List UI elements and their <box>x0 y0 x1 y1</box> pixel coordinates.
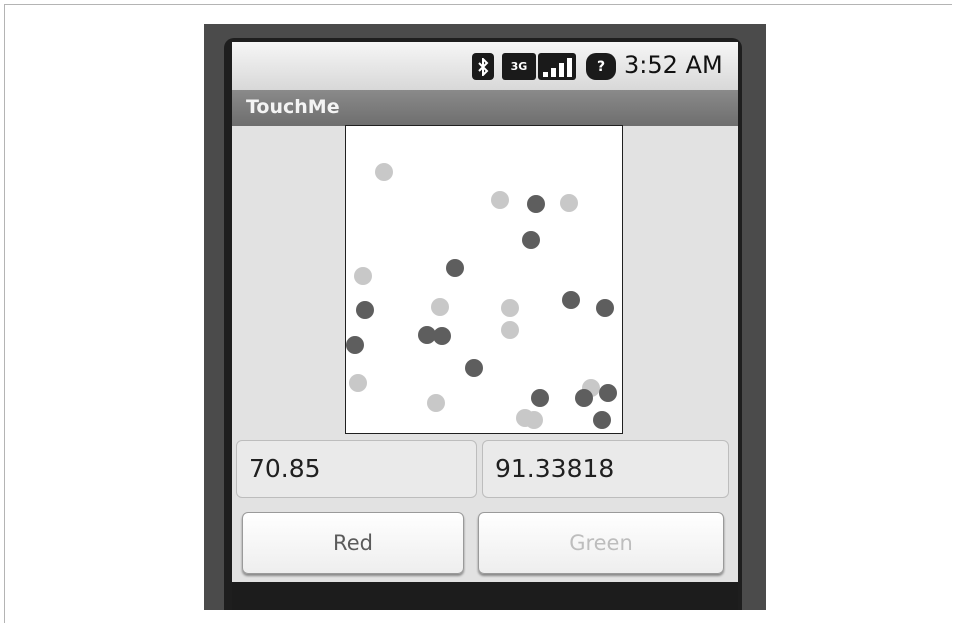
x-value-field[interactable]: 70.85 <box>236 440 477 498</box>
signal-icon <box>538 53 576 80</box>
red-button[interactable]: Red <box>242 512 464 574</box>
status-bar: 3G ? 3:52 AM <box>232 42 738 90</box>
touch-dot <box>431 298 449 316</box>
touch-dot <box>522 231 540 249</box>
touch-dot <box>560 194 578 212</box>
touch-dot <box>349 374 367 392</box>
touch-dot <box>433 327 451 345</box>
touch-dot <box>596 299 614 317</box>
bottom-bar <box>232 582 738 610</box>
touch-dot <box>354 267 372 285</box>
touch-dot <box>491 191 509 209</box>
touch-dot <box>465 359 483 377</box>
3g-icon: 3G <box>502 53 536 80</box>
touch-dot <box>575 389 593 407</box>
bluetooth-icon <box>472 53 494 80</box>
touch-canvas[interactable] <box>345 125 623 434</box>
touch-dot <box>375 163 393 181</box>
touch-dot <box>599 384 617 402</box>
status-time: 3:52 AM <box>624 51 723 79</box>
touch-dot <box>562 291 580 309</box>
touch-dot <box>593 411 611 429</box>
touch-dot <box>501 299 519 317</box>
y-value-field[interactable]: 91.33818 <box>482 440 729 498</box>
touch-dot <box>346 336 364 354</box>
touch-dot <box>427 394 445 412</box>
device-screen: 3G ? 3:52 AM TouchMe 70.85 91.33818 Red … <box>232 42 738 610</box>
touch-dot <box>356 301 374 319</box>
touch-dot <box>525 411 543 429</box>
green-button[interactable]: Green <box>478 512 724 574</box>
touch-dot <box>446 259 464 277</box>
touch-dot <box>531 389 549 407</box>
app-title: TouchMe <box>246 96 340 118</box>
app-title-bar: TouchMe <box>232 90 738 126</box>
touch-dot <box>527 195 545 213</box>
touch-dot <box>501 321 519 339</box>
battery-unknown-icon: ? <box>586 53 616 80</box>
